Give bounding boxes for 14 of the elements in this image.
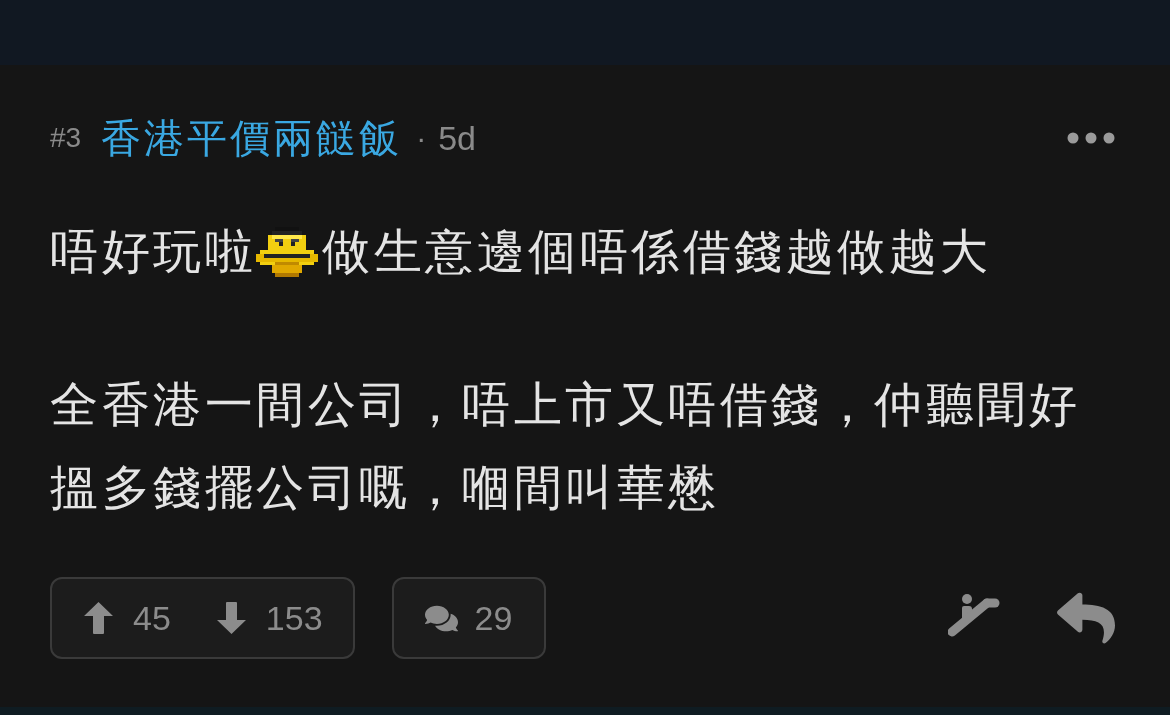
comment-text: 全香港一間公司，唔上市又唔借錢，仲聽聞好搵多錢擺公司嘅，嗰間叫華懋: [50, 377, 1081, 516]
post-number: #3: [50, 122, 82, 154]
arrow-up-icon: [84, 602, 113, 634]
comments-button[interactable]: 29: [391, 577, 547, 659]
more-icon: [1067, 132, 1115, 144]
upvote-button[interactable]: 45: [84, 598, 171, 638]
more-button[interactable]: [1067, 132, 1115, 144]
arrow-down-icon: [216, 602, 246, 634]
comment-text: 做生意邊個唔係借錢越做越大: [322, 224, 992, 280]
author-link[interactable]: 香港平價兩餸飯: [101, 110, 403, 166]
downvote-button[interactable]: 153: [216, 598, 323, 638]
comment-text: 唔好玩啦: [50, 224, 256, 280]
separator-dot: ·: [416, 121, 427, 155]
post-age: 5d: [438, 118, 476, 158]
